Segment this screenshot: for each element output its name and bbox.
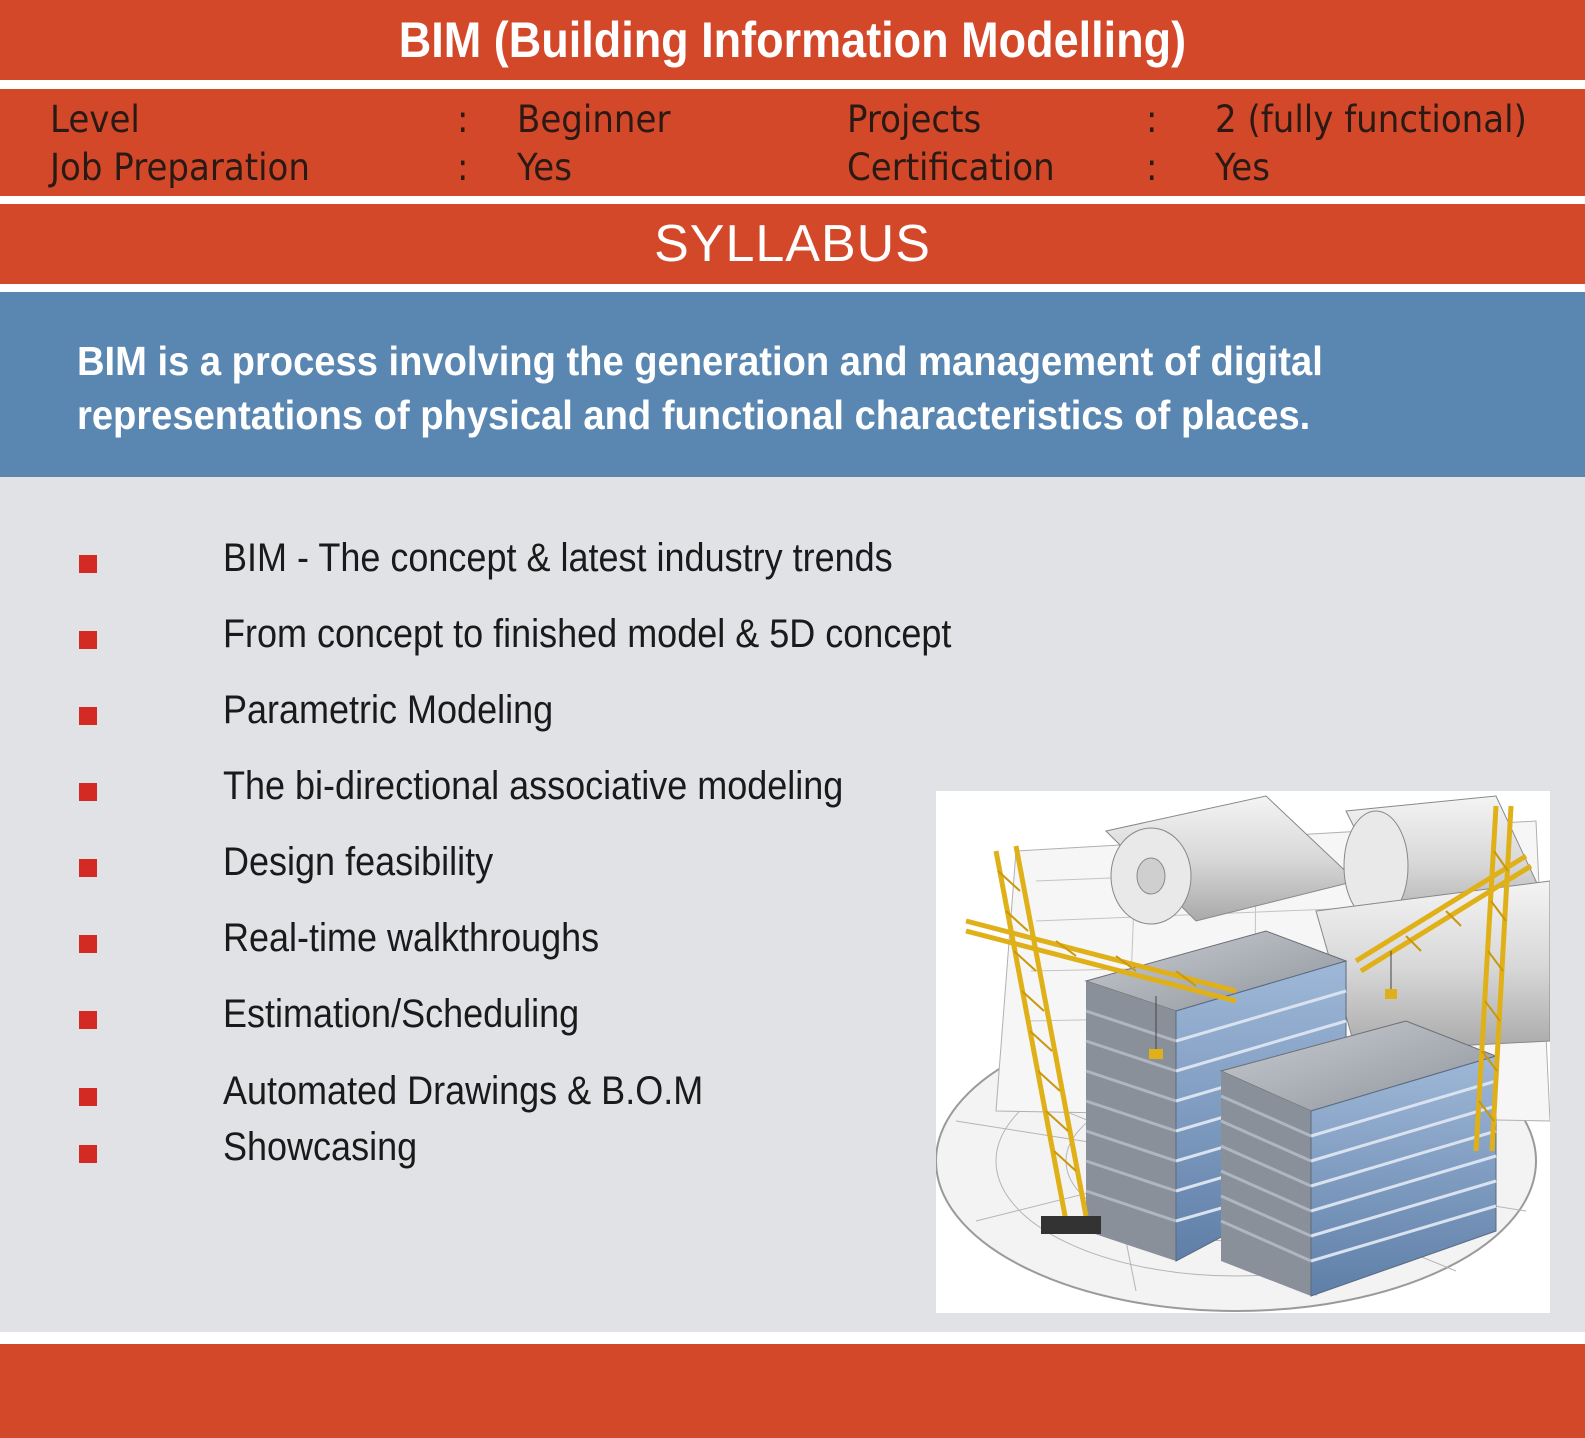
bullet-icon xyxy=(79,859,97,877)
bullet-icon xyxy=(79,1011,97,1029)
construction-cranes-building-icon xyxy=(936,795,1550,1312)
intro-band: BIM is a process involving the generatio… xyxy=(0,292,1585,477)
bullet-icon xyxy=(79,935,97,953)
job-preparation-value: Yes xyxy=(517,146,572,189)
construction-illustration xyxy=(936,791,1550,1313)
intro-text: BIM is a process involving the generatio… xyxy=(77,338,1323,438)
projects-value: 2 (fully functional) xyxy=(1215,98,1527,141)
syllabus-item: Real-time walkthroughs xyxy=(223,916,600,960)
bullet-icon xyxy=(79,707,97,725)
footer-band xyxy=(0,1344,1585,1438)
bullet-icon xyxy=(79,1088,97,1106)
bullet-icon xyxy=(79,1145,97,1163)
title-band: BIM (Building Information Modelling) xyxy=(0,0,1585,80)
certification-label: Certification xyxy=(847,146,1055,189)
projects-separator: : xyxy=(1146,98,1158,141)
job-preparation-separator: : xyxy=(457,146,469,189)
syllabus-item: The bi-directional associative modeling xyxy=(223,764,844,808)
syllabus-heading-band: SYLLABUS xyxy=(0,204,1585,284)
projects-label: Projects xyxy=(847,98,982,141)
bullet-icon xyxy=(79,555,97,573)
syllabus-item: Automated Drawings & B.O.M xyxy=(223,1069,704,1113)
syllabus-item: Showcasing xyxy=(223,1125,418,1169)
syllabus-item: Parametric Modeling xyxy=(223,688,554,732)
level-label: Level xyxy=(50,98,140,141)
certification-value: Yes xyxy=(1215,146,1270,189)
certification-separator: : xyxy=(1146,146,1158,189)
page-title: BIM (Building Information Modelling) xyxy=(398,12,1187,68)
bullet-icon xyxy=(79,783,97,801)
syllabus-item: From concept to finished model & 5D conc… xyxy=(223,612,952,656)
syllabus-item: Estimation/Scheduling xyxy=(223,992,580,1036)
level-value: Beginner xyxy=(517,98,671,141)
level-separator: : xyxy=(457,98,469,141)
job-preparation-label: Job Preparation xyxy=(50,146,310,189)
syllabus-heading: SYLLABUS xyxy=(654,215,931,273)
syllabus-item: Design feasibility xyxy=(223,840,494,884)
bullet-icon xyxy=(79,631,97,649)
syllabus-item: BIM - The concept & latest industry tren… xyxy=(223,536,893,580)
